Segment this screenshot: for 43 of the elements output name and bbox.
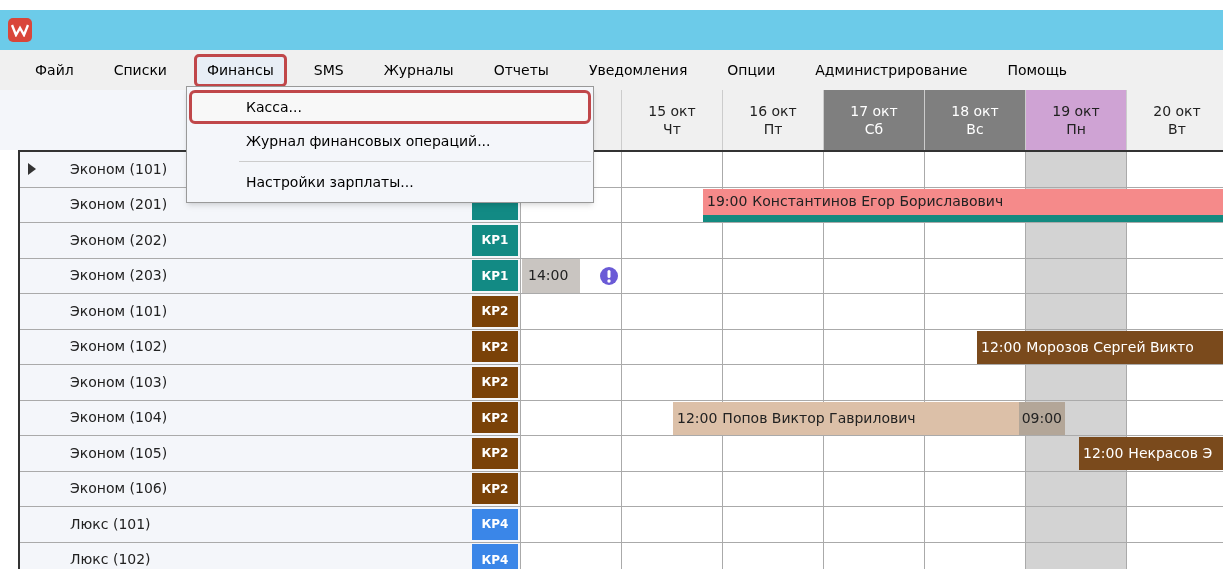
guest-name: Константинов Егор Бориславович (752, 192, 1004, 211)
day-weekday: Пн (1066, 120, 1086, 138)
room-name: Эконом (102) (70, 337, 168, 357)
room-category-tag: КР2 (472, 437, 518, 469)
room-category-tag: КР1 (472, 260, 518, 292)
booking-time: 19:00 (707, 192, 748, 211)
room-category-tag: КР2 (472, 366, 518, 398)
room-category-tag: КР2 (472, 295, 518, 327)
booking-time: 12:00 (981, 337, 1022, 357)
booking-time: 12:00 (1083, 444, 1124, 463)
room-name: Эконом (203) (70, 266, 168, 286)
day-weekday: Вс (966, 120, 984, 138)
guest-name: Попов Виктор Гаврилович (722, 408, 916, 428)
day-weekday: Вт (1168, 120, 1186, 138)
day-date: 17 окт (850, 102, 898, 120)
room-name: Люкс (102) (70, 550, 151, 569)
room-category-tag: КР1 (472, 224, 518, 256)
room-name: Эконом (106) (70, 479, 168, 499)
booking-end-time: 09:00 (1018, 401, 1065, 435)
room-category-tag: КР2 (472, 402, 518, 434)
guest-name: Некрасов Э (1128, 444, 1213, 463)
day-date: 18 окт (951, 102, 999, 120)
room-name: Эконом (104) (70, 408, 168, 428)
room-category-tag: КР2 (472, 331, 518, 363)
day-weekday: Сб (864, 120, 884, 138)
room-name: Эконом (101) (70, 301, 168, 321)
booking-time: 12:00 (677, 408, 718, 428)
room-name: Эконом (103) (70, 372, 168, 392)
room-category-tag: КР4 (472, 508, 518, 540)
day-date: 16 окт (749, 102, 797, 120)
day-date: 19 окт (1052, 102, 1100, 120)
room-name: Эконом (105) (70, 443, 168, 463)
day-weekday: Чт (663, 120, 681, 138)
room-category-tag: КР2 (472, 473, 518, 505)
room-category-tag: КР4 (472, 544, 518, 569)
day-date: 20 окт (1153, 102, 1201, 120)
day-weekday: Пт (763, 120, 783, 138)
day-date: 15 окт (648, 102, 696, 120)
room-name: Люкс (101) (70, 514, 151, 534)
guest-name: Морозов Сергей Викто (1026, 337, 1194, 357)
room-name: Эконом (101) (70, 159, 168, 179)
room-name: Эконом (201) (70, 195, 168, 215)
room-name: Эконом (202) (70, 230, 168, 250)
